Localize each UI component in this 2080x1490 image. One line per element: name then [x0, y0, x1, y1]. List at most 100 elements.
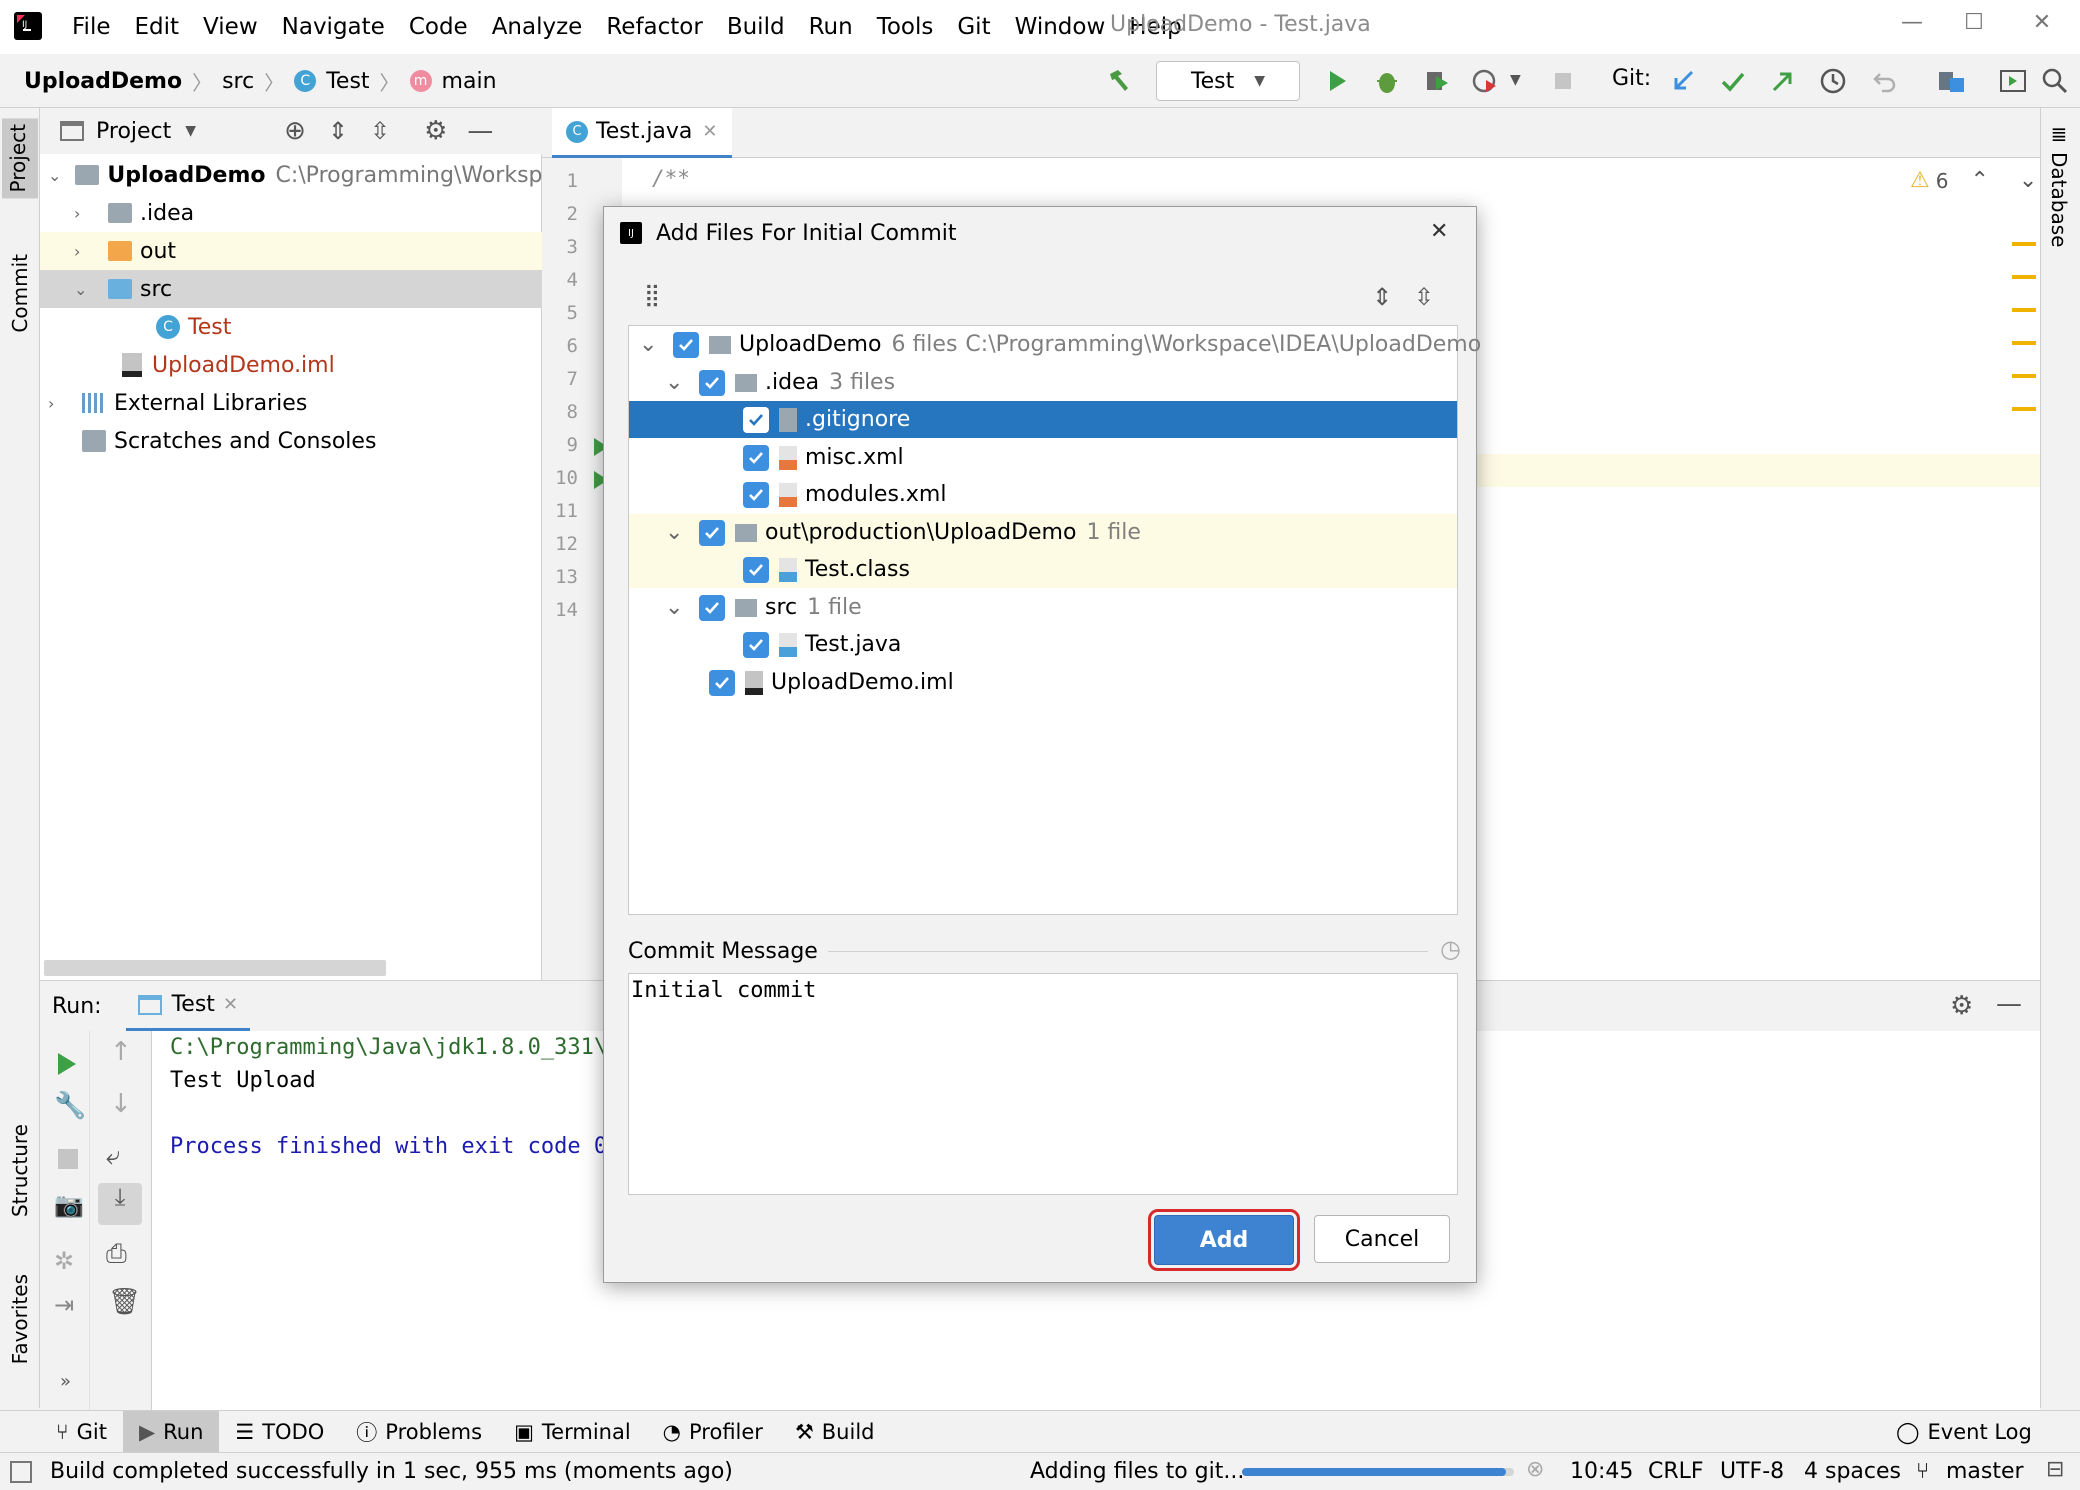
- commit-tool-tab[interactable]: Commit: [4, 248, 36, 339]
- code-line[interactable]: /**: [652, 166, 690, 190]
- locate-icon[interactable]: ⊕: [284, 116, 306, 146]
- menu-build[interactable]: Build: [715, 14, 797, 40]
- soft-wrap-icon[interactable]: ⤶: [106, 1141, 121, 1172]
- bottom-tab-git[interactable]: ⑂ Git: [40, 1411, 123, 1453]
- search-icon[interactable]: [2040, 66, 2070, 96]
- add-button[interactable]: Add: [1148, 1209, 1300, 1271]
- tree-item-external-libraries[interactable]: › External Libraries: [40, 384, 542, 422]
- stop-icon[interactable]: [58, 1149, 78, 1169]
- maximize-button[interactable]: ☐: [1954, 10, 1994, 44]
- menu-tools[interactable]: Tools: [865, 14, 946, 40]
- horizontal-scrollbar[interactable]: [44, 960, 386, 976]
- scroll-to-end-icon[interactable]: ⤓: [98, 1183, 142, 1225]
- close-tab-icon[interactable]: ✕: [223, 994, 238, 1015]
- exit-icon[interactable]: ⇥: [54, 1291, 74, 1319]
- file-encoding[interactable]: UTF-8: [1720, 1459, 1784, 1484]
- expand-all-icon[interactable]: ⇕: [328, 117, 348, 145]
- gear-icon[interactable]: ⚙: [424, 116, 447, 146]
- warning-stripe-mark[interactable]: [2012, 374, 2036, 378]
- checkbox[interactable]: [743, 556, 769, 583]
- checkbox[interactable]: [709, 669, 735, 696]
- rerun-icon[interactable]: [58, 1053, 76, 1075]
- tree-item-src[interactable]: ⌄ src: [40, 270, 542, 308]
- file-row-idea[interactable]: ⌄ .idea 3 files: [629, 364, 1457, 401]
- tree-item-uploaddemo[interactable]: ⌄ UploadDemo C:\Programming\Workspace: [40, 156, 542, 194]
- file-row-src[interactable]: ⌄ src 1 file: [629, 589, 1457, 626]
- breadcrumb-src[interactable]: src: [222, 69, 254, 94]
- git-update-icon[interactable]: [1668, 66, 1698, 96]
- collapse-all-icon[interactable]: ⇳: [370, 117, 390, 145]
- bottom-tab-run[interactable]: ▶ Run: [122, 1410, 220, 1453]
- project-view-select[interactable]: Project: [96, 119, 171, 144]
- presentation-icon[interactable]: [1998, 66, 2028, 96]
- toggle-tool-windows-icon[interactable]: [10, 1461, 32, 1483]
- commit-message-input[interactable]: Initial commit: [628, 973, 1458, 1195]
- caret-position[interactable]: 10:45: [1570, 1459, 1633, 1484]
- dropdown-arrow-icon[interactable]: ▼: [185, 123, 196, 139]
- breadcrumb-project[interactable]: UploadDemo: [24, 69, 182, 94]
- debug-icon[interactable]: [1372, 66, 1402, 96]
- menu-view[interactable]: View: [191, 14, 270, 40]
- close-dialog-icon[interactable]: ✕: [1430, 219, 1448, 244]
- checkbox[interactable]: [699, 369, 725, 396]
- file-row-out-production[interactable]: ⌄ out\production\UploadDemo 1 file: [629, 514, 1457, 551]
- tree-item-idea[interactable]: › .idea: [40, 194, 542, 232]
- breadcrumb-method[interactable]: main: [442, 69, 497, 94]
- tree-item-scratches[interactable]: Scratches and Consoles: [40, 422, 542, 460]
- project-structure-icon[interactable]: [1936, 66, 1966, 96]
- tree-item-out[interactable]: › out: [40, 232, 542, 270]
- file-row-uploaddemo-iml[interactable]: UploadDemo.iml: [629, 664, 1457, 701]
- checkbox[interactable]: [743, 631, 769, 658]
- hide-icon[interactable]: —: [467, 116, 493, 146]
- menu-code[interactable]: Code: [397, 14, 480, 40]
- bottom-tab-profiler[interactable]: ◔ Profiler: [647, 1411, 779, 1453]
- menu-run[interactable]: Run: [797, 14, 865, 40]
- bottom-tab-problems[interactable]: ⓘ Problems: [340, 1411, 498, 1453]
- group-by-icon[interactable]: ⣿: [644, 283, 660, 308]
- project-tool-tab[interactable]: Project: [2, 118, 38, 199]
- checkbox[interactable]: [743, 444, 769, 471]
- cancel-button[interactable]: Cancel: [1314, 1215, 1450, 1263]
- bottom-tab-todo[interactable]: ☰ TODO: [219, 1411, 340, 1453]
- close-window-button[interactable]: ✕: [2022, 10, 2062, 44]
- file-row-uploaddemo[interactable]: ⌄ UploadDemo 6 files C:\Programming\Work…: [629, 326, 1481, 363]
- file-row-test-java[interactable]: Test.java: [629, 626, 1457, 663]
- checkbox[interactable]: [699, 519, 725, 546]
- file-row-test-class[interactable]: Test.class: [629, 551, 1457, 588]
- breadcrumb-class[interactable]: Test: [326, 69, 369, 94]
- bottom-tab-terminal[interactable]: ▣ Terminal: [498, 1411, 647, 1453]
- next-highlight-icon[interactable]: ⌄: [2019, 168, 2037, 193]
- checkbox[interactable]: [743, 481, 769, 508]
- warning-stripe-mark[interactable]: [2012, 308, 2036, 312]
- build-hammer-icon[interactable]: [1104, 66, 1134, 96]
- git-push-icon[interactable]: [1768, 66, 1798, 96]
- collapse-all-icon[interactable]: ⇳: [1414, 283, 1434, 311]
- menu-refactor[interactable]: Refactor: [594, 14, 714, 40]
- git-branch[interactable]: master: [1946, 1459, 2024, 1484]
- wrench-icon[interactable]: 🔧: [54, 1091, 86, 1121]
- favorites-tool-tab[interactable]: Favorites: [4, 1268, 36, 1370]
- structure-tool-tab[interactable]: Structure: [4, 1118, 36, 1223]
- line-separator[interactable]: CRLF: [1648, 1459, 1704, 1484]
- camera-icon[interactable]: 📷: [54, 1191, 84, 1219]
- checkbox[interactable]: [673, 331, 699, 358]
- gear-icon[interactable]: ⚙: [1950, 991, 1973, 1021]
- trash-icon[interactable]: 🗑: [108, 1287, 141, 1317]
- run-tab-test[interactable]: Test ✕: [125, 981, 251, 1031]
- menu-file[interactable]: File: [60, 14, 123, 40]
- cancel-progress-icon[interactable]: ⊗: [1526, 1457, 1544, 1482]
- more-icon[interactable]: »: [60, 1371, 71, 1392]
- database-tool-tab[interactable]: ≣ Database: [2047, 122, 2071, 247]
- history-clock-icon[interactable]: [1818, 66, 1848, 96]
- warning-stripe-mark[interactable]: [2012, 407, 2036, 411]
- console-output[interactable]: C:\Programming\Java\jdk1.8.0_331\ Test U…: [170, 1031, 607, 1163]
- checkbox[interactable]: [743, 406, 769, 433]
- rollback-icon[interactable]: [1870, 66, 1900, 96]
- hide-icon[interactable]: —: [1996, 989, 2022, 1019]
- lock-icon[interactable]: ⊟: [2046, 1457, 2064, 1482]
- menu-window[interactable]: Window: [1003, 14, 1118, 40]
- tree-item-iml[interactable]: UploadDemo.iml: [40, 346, 542, 384]
- message-history-icon[interactable]: ◷: [1440, 935, 1461, 963]
- warning-stripe-mark[interactable]: [2012, 242, 2036, 246]
- menu-edit[interactable]: Edit: [123, 14, 192, 40]
